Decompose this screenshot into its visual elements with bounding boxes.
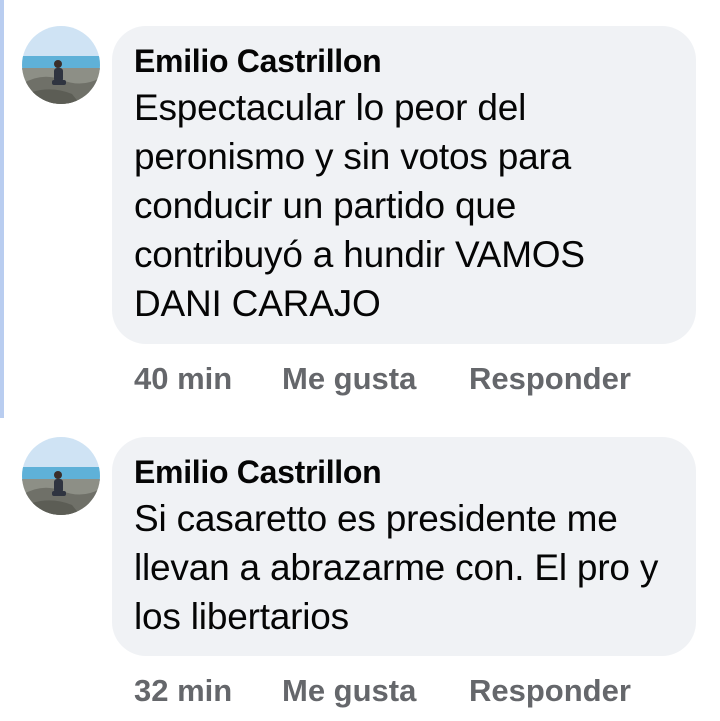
profile-photo-beach-icon (22, 26, 100, 104)
comment-timestamp[interactable]: 32 min (134, 673, 232, 709)
like-button[interactable]: Me gusta (282, 673, 416, 709)
comment-bubble: Emilio Castrillon Espectacular lo peor d… (112, 26, 696, 344)
avatar[interactable] (22, 437, 100, 515)
avatar[interactable] (22, 26, 100, 104)
thread-connector-line (0, 0, 4, 418)
comment-author[interactable]: Emilio Castrillon (134, 453, 672, 491)
comment-text: Si casaretto es presidente me llevan a a… (134, 498, 659, 637)
like-button[interactable]: Me gusta (282, 361, 416, 397)
comment-author[interactable]: Emilio Castrillon (134, 42, 672, 80)
comment-timestamp[interactable]: 40 min (134, 361, 232, 397)
reply-button[interactable]: Responder (469, 361, 631, 397)
comment-bubble: Emilio Castrillon Si casaretto es presid… (112, 437, 696, 656)
comment-text: Espectacular lo peor del peronismo y sin… (134, 87, 585, 324)
profile-photo-beach-icon (22, 437, 100, 515)
reply-button[interactable]: Responder (469, 673, 631, 709)
